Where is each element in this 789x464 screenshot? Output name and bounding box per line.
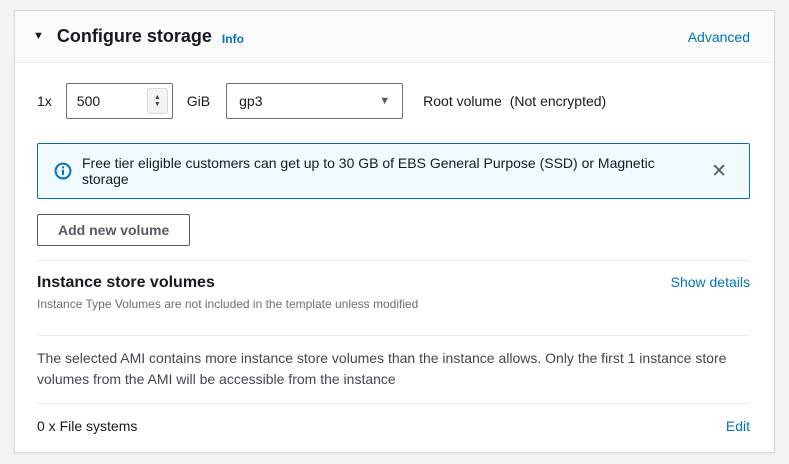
instance-store-subtitle: Instance Type Volumes are not included i… — [37, 297, 750, 311]
free-tier-info-alert: Free tier eligible customers can get up … — [37, 143, 750, 199]
root-volume-label: Root volume — [423, 93, 502, 109]
file-systems-label: 0 x File systems — [37, 418, 137, 434]
show-details-link[interactable]: Show details — [671, 274, 750, 290]
panel-body: 1x ▲ ▼ GiB gp3 ▼ Root volume (Not encryp… — [15, 63, 774, 452]
volume-type-value: gp3 — [239, 93, 262, 109]
volume-size-field-wrap: ▲ ▼ — [66, 83, 173, 119]
volume-unit-label: GiB — [187, 93, 210, 109]
alert-close-button[interactable]: ✕ — [703, 160, 735, 183]
encryption-status-label: (Not encrypted) — [510, 93, 606, 109]
divider — [37, 335, 750, 336]
advanced-link[interactable]: Advanced — [688, 29, 750, 45]
edit-file-systems-link[interactable]: Edit — [726, 418, 750, 434]
volume-size-stepper[interactable]: ▲ ▼ — [147, 88, 168, 114]
info-link[interactable]: Info — [222, 32, 244, 46]
ami-warning-text: The selected AMI contains more instance … — [37, 348, 750, 390]
instance-store-title: Instance store volumes — [37, 274, 215, 292]
file-systems-row: 0 x File systems Edit — [37, 418, 750, 434]
root-volume-row: 1x ▲ ▼ GiB gp3 ▼ Root volume (Not encryp… — [37, 83, 750, 119]
add-new-volume-button[interactable]: Add new volume — [37, 214, 190, 246]
instance-store-header: Instance store volumes Show details — [37, 274, 750, 292]
stepper-down-icon[interactable]: ▼ — [154, 101, 161, 108]
close-icon: ✕ — [711, 161, 727, 182]
divider — [37, 260, 750, 261]
info-circle-icon — [54, 162, 72, 180]
divider — [37, 403, 750, 404]
volume-type-select[interactable]: gp3 ▼ — [226, 83, 403, 119]
stepper-up-icon[interactable]: ▲ — [154, 94, 161, 101]
configure-storage-panel: ▼ Configure storage Info Advanced 1x ▲ ▼… — [14, 10, 775, 453]
panel-title: Configure storage — [57, 26, 212, 47]
select-caret-icon: ▼ — [379, 95, 390, 107]
alert-message: Free tier eligible customers can get up … — [82, 155, 703, 187]
volume-count-label: 1x — [37, 93, 52, 109]
panel-header[interactable]: ▼ Configure storage Info Advanced — [15, 11, 774, 63]
collapse-caret-icon[interactable]: ▼ — [33, 31, 44, 42]
